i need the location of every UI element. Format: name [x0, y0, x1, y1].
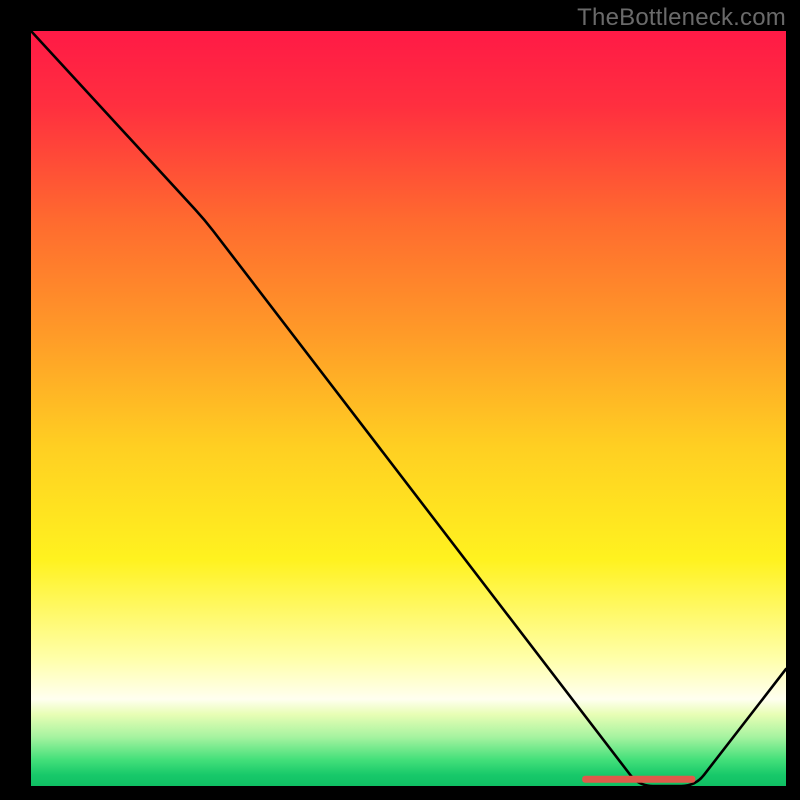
chart-svg: [31, 31, 786, 786]
watermark-text: TheBottleneck.com: [577, 4, 786, 32]
gradient-background: [31, 31, 786, 786]
chart-frame: TheBottleneck.com: [0, 0, 800, 800]
optimal-range-marker: [582, 776, 695, 783]
plot-area: [31, 31, 786, 786]
